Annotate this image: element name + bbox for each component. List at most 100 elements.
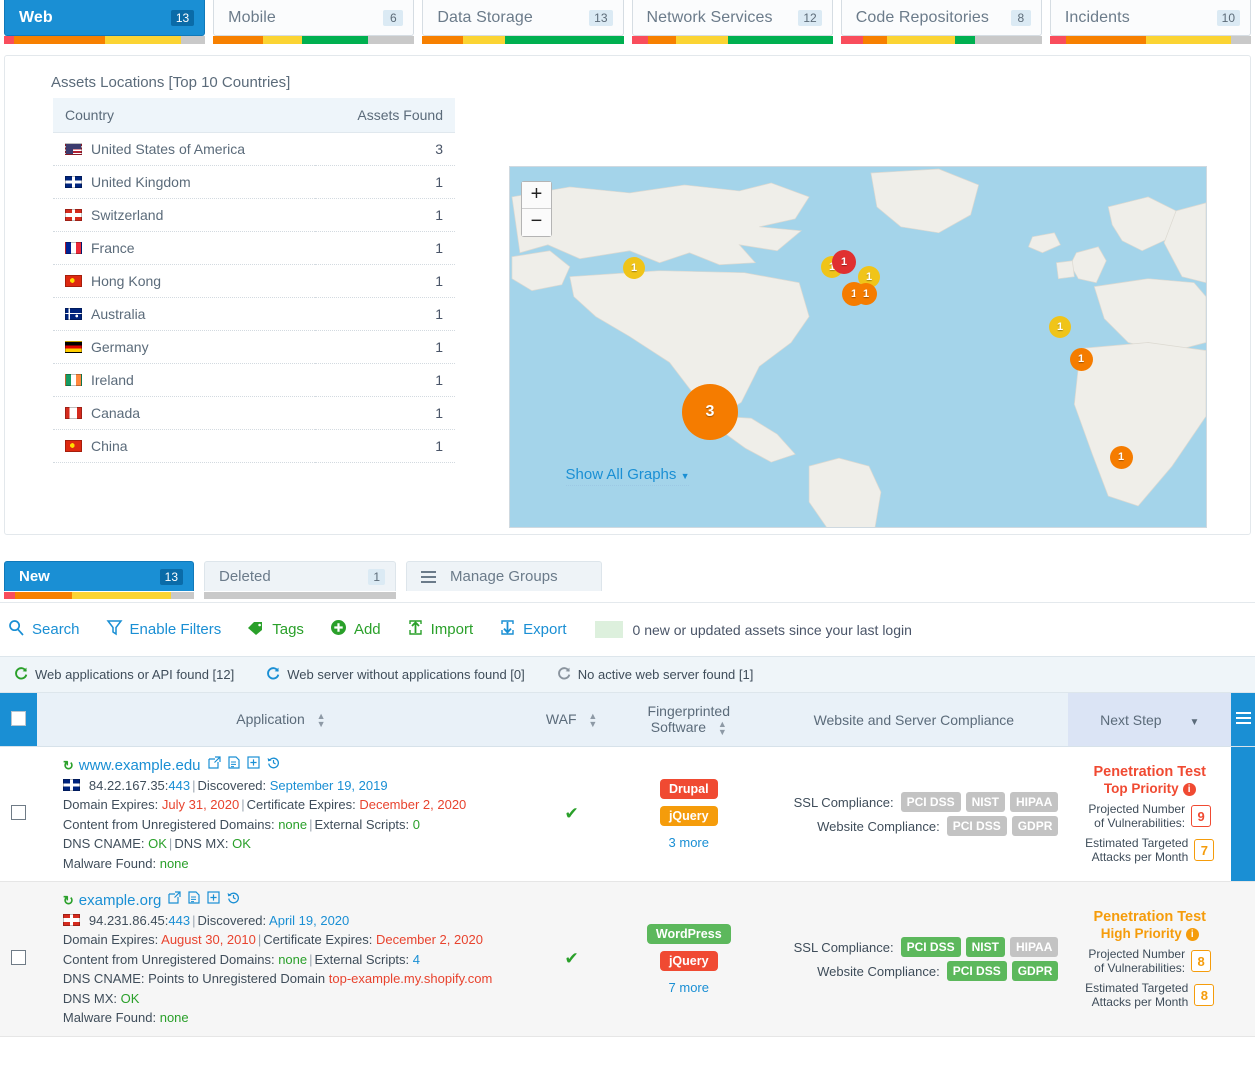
sort-application-icon[interactable]: ▲ ▼: [317, 712, 326, 729]
country-row[interactable]: United States of America 3: [53, 132, 455, 166]
primary-tab-incidents[interactable]: Incidents 10: [1049, 0, 1252, 44]
ssl-compliance-badge[interactable]: NIST: [965, 937, 1005, 958]
info-icon[interactable]: i: [1185, 928, 1199, 942]
filter-chip[interactable]: Web server without applications found [0…: [266, 666, 525, 683]
primary-tab-data-storage[interactable]: Data Storage 13: [422, 0, 624, 44]
ssl-compliance-badge[interactable]: HIPAA: [1009, 937, 1059, 958]
filter-chip[interactable]: No active web server found [1]: [557, 666, 753, 683]
severity-segment: [4, 592, 16, 599]
map-marker[interactable]: 3: [682, 384, 738, 440]
country-row[interactable]: Switzerland 1: [53, 198, 455, 232]
primary-tab-network-services[interactable]: Network Services 12: [631, 0, 833, 44]
enable-filters-button[interactable]: Enable Filters: [106, 619, 222, 640]
row-options-cell[interactable]: [1231, 746, 1255, 883]
dns-cname-label: DNS CNAME: Points to Unregistered Domain: [62, 971, 326, 987]
filter-chip[interactable]: Web applications or API found [12]: [14, 666, 234, 683]
row-select-cell[interactable]: [0, 881, 37, 1037]
map-marker[interactable]: 1: [832, 250, 856, 274]
history-icon[interactable]: [227, 890, 240, 910]
country-name-cell: United States of America: [53, 132, 315, 166]
map-marker[interactable]: 1: [1049, 316, 1071, 338]
primary-tab-code-repositories[interactable]: Code Repositories 8: [840, 0, 1042, 44]
software-more-link[interactable]: 3 more: [622, 835, 755, 850]
next-step-title: Penetration Test: [1093, 764, 1206, 781]
page-title: Assets Locations [Top 10 Countries]: [51, 74, 291, 91]
row-options-cell[interactable]: [1231, 881, 1255, 1037]
map-zoom-in-button[interactable]: +: [522, 182, 551, 209]
application-host-link[interactable]: www.example.edu: [79, 757, 201, 774]
row-checkbox[interactable]: [10, 950, 26, 966]
assets-tab-deleted[interactable]: Deleted 1: [204, 561, 396, 599]
map-marker[interactable]: 1: [1069, 347, 1093, 371]
table-row[interactable]: ↻ example.org 94.231.86.45:443 | Discovered:…: [0, 881, 1255, 1037]
search-button[interactable]: Search: [8, 619, 80, 640]
report-icon[interactable]: [188, 890, 200, 910]
country-row[interactable]: Canada 1: [53, 396, 455, 430]
row-select-cell[interactable]: [0, 746, 37, 883]
sort-fingerprinted-icon[interactable]: ▲ ▼: [718, 720, 727, 737]
country-row[interactable]: China 1: [53, 429, 455, 463]
add-icon[interactable]: [207, 890, 220, 910]
primary-tab-count: 12: [798, 9, 822, 26]
website-compliance-badge[interactable]: PCI DSS: [946, 816, 1007, 837]
select-all-checkbox[interactable]: [10, 710, 26, 726]
add-button[interactable]: Add: [330, 619, 381, 640]
map-marker[interactable]: 1: [1109, 445, 1133, 469]
import-button[interactable]: Import: [407, 619, 473, 640]
projected-vulnerabilities-label-line1: Projected Number: [1088, 947, 1186, 962]
row-checkbox[interactable]: [10, 805, 26, 821]
show-all-graphs-link[interactable]: Show All Graphs ▼: [565, 466, 690, 486]
map-zoom-controls[interactable]: + −: [521, 181, 552, 237]
ssl-compliance-badge[interactable]: NIST: [965, 792, 1005, 813]
map-marker[interactable]: 1: [855, 283, 877, 305]
software-more-link[interactable]: 7 more: [622, 980, 755, 995]
select-all-header[interactable]: [0, 693, 37, 748]
assets-tab-new[interactable]: New 13: [4, 561, 194, 599]
export-button[interactable]: Export: [499, 619, 567, 640]
primary-tab-mobile[interactable]: Mobile 6: [213, 0, 415, 44]
software-chip[interactable]: jQuery: [659, 805, 718, 826]
map-marker[interactable]: 1: [623, 257, 645, 279]
website-compliance-badge[interactable]: GDPR: [1011, 816, 1059, 837]
table-options-header[interactable]: [1231, 693, 1255, 748]
software-chip[interactable]: jQuery: [659, 950, 718, 971]
country-row[interactable]: Germany 1: [53, 330, 455, 364]
assets-tab-manage-groups[interactable]: Manage Groups: [406, 561, 602, 591]
website-compliance-badge[interactable]: PCI DSS: [946, 961, 1007, 982]
country-assets-count: 1: [314, 429, 455, 463]
software-chip[interactable]: WordPress: [646, 923, 731, 944]
enable-filters-label: Enable Filters: [129, 621, 222, 638]
tags-button[interactable]: Tags: [247, 620, 304, 640]
severity-segment: [204, 592, 396, 599]
add-icon[interactable]: [246, 755, 260, 775]
info-icon[interactable]: i: [1182, 783, 1196, 797]
country-row[interactable]: United Kingdom 1: [53, 165, 455, 199]
software-chip[interactable]: Drupal: [659, 778, 718, 799]
primary-tab-label: Code Repositories: [855, 8, 990, 26]
country-row[interactable]: France 1: [53, 231, 455, 265]
next-step-dropdown-icon[interactable]: ▼: [1189, 717, 1199, 728]
website-compliance-badge[interactable]: GDPR: [1011, 961, 1059, 982]
ssl-compliance-badge[interactable]: HIPAA: [1009, 792, 1059, 813]
flag-icon-cn: [65, 440, 82, 452]
country-row[interactable]: Hong Kong 1: [53, 264, 455, 298]
table-options-icon[interactable]: [1235, 709, 1251, 727]
report-icon[interactable]: [227, 755, 240, 775]
map-zoom-out-button[interactable]: −: [522, 209, 551, 236]
open-external-icon[interactable]: [168, 890, 181, 910]
open-external-icon[interactable]: [207, 755, 221, 775]
country-row[interactable]: Australia 1: [53, 297, 455, 331]
country-name-cell: Ireland: [53, 363, 315, 397]
country-row[interactable]: Ireland 1: [53, 363, 455, 397]
history-icon[interactable]: [267, 755, 280, 775]
rescan-icon[interactable]: ↻: [63, 893, 74, 908]
table-row[interactable]: ↻ www.example.edu 84.22.167.35:443 | Discove…: [0, 746, 1255, 883]
ssl-compliance-badge[interactable]: PCI DSS: [900, 792, 961, 813]
sort-waf-icon[interactable]: ▲ ▼: [588, 712, 597, 729]
country-name-cell: Hong Kong: [53, 264, 315, 298]
country-label: France: [91, 240, 135, 256]
ssl-compliance-badge[interactable]: PCI DSS: [900, 937, 961, 958]
application-host-link[interactable]: example.org: [79, 892, 162, 909]
primary-tab-web[interactable]: Web 13: [4, 0, 206, 44]
rescan-icon[interactable]: ↻: [63, 758, 74, 773]
